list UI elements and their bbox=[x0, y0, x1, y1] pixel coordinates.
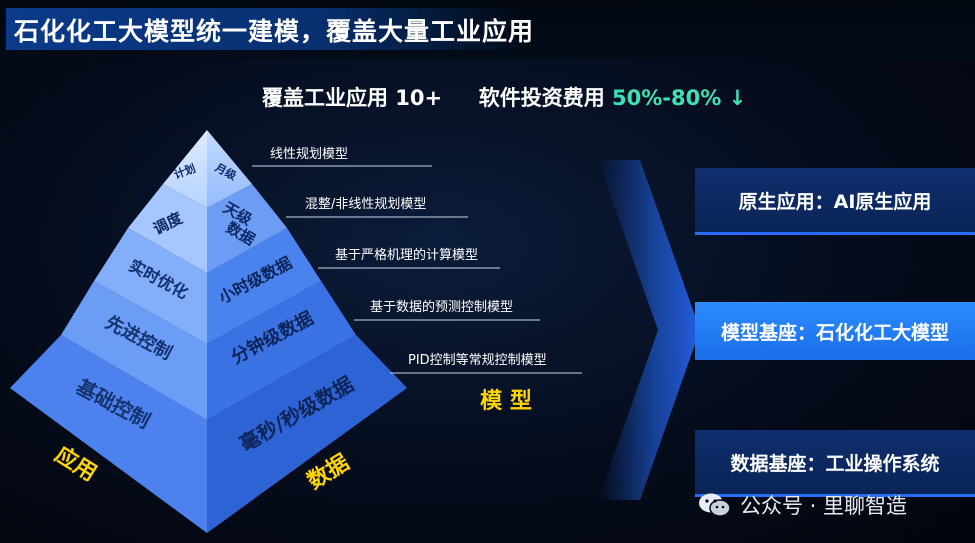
models-label: 模 型 bbox=[480, 389, 532, 414]
model-label-2: 混整/非线性规划模型 bbox=[305, 197, 426, 212]
wechat-icon bbox=[698, 492, 732, 518]
model-label-1: 线性规划模型 bbox=[270, 147, 348, 162]
panel-model-foundation: 模型基座：石化化工大模型 bbox=[695, 302, 975, 360]
slide: 石化化工大模型统一建模，覆盖大量工业应用 覆盖工业应用 10+ 软件投资费用 5… bbox=[0, 0, 975, 543]
watermark: 公众号 · 里聊智造 bbox=[698, 490, 907, 520]
model-label-5: PID控制等常规控制模型 bbox=[408, 352, 547, 368]
panel-native-application: 原生应用：AI原生应用 bbox=[695, 168, 975, 235]
model-label-4: 基于数据的预测控制模型 bbox=[370, 299, 513, 315]
watermark-text: 公众号 · 里聊智造 bbox=[740, 494, 908, 518]
chevron-arrow-icon bbox=[598, 160, 700, 500]
panel-data-foundation: 数据基座：工业操作系统 bbox=[695, 430, 975, 497]
model-label-3: 基于严格机理的计算模型 bbox=[335, 247, 478, 263]
